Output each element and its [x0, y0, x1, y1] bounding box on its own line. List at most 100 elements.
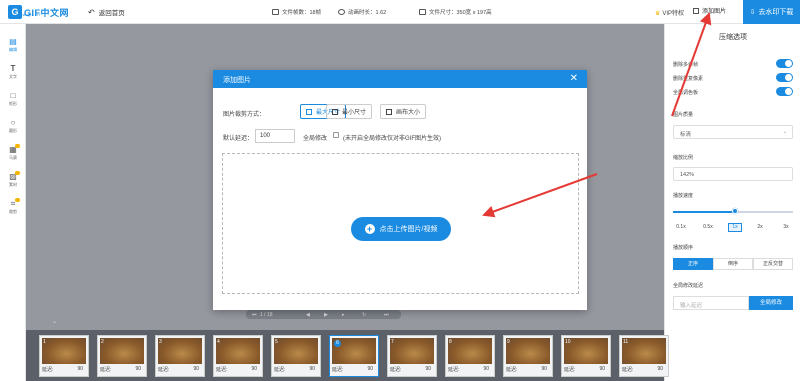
toggle-row-global-palette: 全局调色板	[673, 87, 793, 96]
global-modify-hint: (未开启全局修改仅对非GIF图片生效)	[343, 136, 441, 142]
frame-card[interactable]: 1 延迟: 90	[39, 335, 89, 377]
frame-thumbnail	[274, 338, 318, 364]
frame-card[interactable]: 2 延迟: 90	[97, 335, 147, 377]
frames-icon	[272, 9, 279, 15]
toggle-row-remove-duplicate-pixels: 删除重复像素	[673, 73, 793, 82]
frame-card[interactable]: 4 延迟: 90	[213, 335, 263, 377]
vip-badge	[15, 198, 20, 202]
frame-thumbnail	[100, 338, 144, 364]
delay-value[interactable]: 90	[193, 366, 199, 372]
speed-slider-handle[interactable]	[732, 208, 739, 214]
delay-label: 延迟:	[390, 367, 402, 373]
frame-number: 3	[159, 339, 162, 345]
default-delay-label: 默认延迟：	[223, 136, 254, 142]
frame-number: 5	[275, 339, 278, 345]
remove-duplicate-pixels-toggle[interactable]	[776, 73, 793, 82]
tool-text[interactable]: T 文字	[0, 65, 26, 80]
delay-value[interactable]: 90	[657, 366, 663, 372]
back-home-link[interactable]: ↶ 返回首页	[88, 7, 125, 18]
duration-stat-text: 动画时长：1.62	[348, 10, 387, 16]
tool-circle[interactable]: ○ 圆形	[0, 119, 26, 134]
remove-extra-frames-toggle[interactable]	[776, 59, 793, 68]
add-image-button[interactable]: 添加图片	[693, 6, 726, 15]
delay-label: 延迟:	[506, 367, 518, 373]
crop-canvas-size-option[interactable]: 画布大小	[380, 104, 427, 119]
circle-icon: ○	[10, 118, 16, 127]
step-forward-icon[interactable]: ▸	[342, 312, 345, 318]
frame-card[interactable]: 3 延迟: 90	[155, 335, 205, 377]
tool-edit[interactable]: ▤ 编辑	[0, 38, 26, 53]
loop-icon[interactable]: ↻	[362, 312, 366, 318]
frame-number: 11	[623, 339, 629, 345]
upload-dropzone[interactable]: + 点击上传图片/视频	[222, 153, 579, 294]
global-modify-checkbox[interactable]	[333, 132, 339, 138]
speed-slider[interactable]	[673, 208, 793, 214]
vip-link[interactable]: ♛ VIP特权	[655, 8, 684, 17]
global-delay-input[interactable]: 输入延迟	[673, 296, 749, 310]
upload-image-video-button[interactable]: + 点击上传图片/视频	[351, 217, 451, 241]
vip-badge	[15, 171, 20, 175]
order-pingpong-button[interactable]: 正反交替	[753, 258, 793, 270]
tool-crop[interactable]: ⌗ 裁剪	[0, 198, 26, 215]
remove-watermark-download-button[interactable]: ⇩ 去水印下载	[743, 0, 800, 24]
frame-card[interactable]: 5 延迟: 90	[271, 335, 321, 377]
frame-delay: 延迟: 90	[564, 366, 608, 373]
global-palette-toggle[interactable]	[776, 87, 793, 96]
back-arrow-icon: ↶	[88, 7, 95, 17]
delay-value[interactable]: 90	[599, 366, 605, 372]
delay-value[interactable]: 90	[251, 366, 257, 372]
speed-options: 0.1x 0.5x 1x 2x 3x	[673, 223, 793, 233]
step-back-icon[interactable]: ◀	[306, 312, 310, 318]
speed-option[interactable]: 3x	[779, 223, 793, 232]
collapse-filmstrip-icon[interactable]: ⌄	[52, 318, 57, 325]
tool-edit-label: 编辑	[9, 47, 17, 52]
delay-value[interactable]: 90	[541, 366, 547, 372]
tool-mosaic[interactable]: ▦ 马赛	[0, 144, 26, 161]
play-icon[interactable]: ▶	[324, 312, 328, 318]
toggle-row-remove-extra-frames: 删除多余帧	[673, 59, 793, 68]
order-label: 播放顺序	[673, 245, 694, 251]
tool-circle-label: 圆形	[9, 128, 17, 133]
speed-option-active[interactable]: 1x	[728, 223, 742, 232]
speed-option[interactable]: 0.5x	[701, 223, 715, 232]
frame-delay: 延迟: 90	[100, 366, 144, 373]
speed-option[interactable]: 0.1x	[674, 223, 688, 232]
tool-mosaic-label: 马赛	[9, 155, 17, 160]
delay-label: 延迟:	[274, 367, 286, 373]
default-delay-input[interactable]: 100	[255, 129, 295, 143]
delay-value[interactable]: 90	[77, 366, 83, 372]
text-icon: T	[10, 64, 16, 73]
order-reverse-button[interactable]: 倒序	[713, 258, 753, 270]
delay-value[interactable]: 90	[483, 366, 489, 372]
order-forward-button[interactable]: 正序	[673, 258, 713, 270]
frame-card[interactable]: 10 延迟: 90	[561, 335, 611, 377]
upload-label: 点击上传图片/视频	[379, 226, 438, 233]
frame-delay: 延迟: 90	[274, 366, 318, 373]
close-icon[interactable]: ✕	[570, 73, 578, 84]
delay-value[interactable]: 90	[367, 366, 373, 372]
frame-card[interactable]: 7 延迟: 90	[387, 335, 437, 377]
plus-icon: +	[364, 224, 375, 234]
delay-value[interactable]: 90	[135, 366, 141, 372]
crop-min-size-option[interactable]: 最小尺寸	[326, 104, 373, 119]
tool-rectangle[interactable]: □ 矩形	[0, 92, 26, 107]
frame-number: 8	[449, 339, 452, 345]
delay-value[interactable]: 90	[309, 366, 315, 372]
frame-card[interactable]: 11 延迟: 90	[619, 335, 669, 377]
prev-icon[interactable]: ⏮	[252, 312, 257, 318]
next-icon[interactable]: ⏭	[384, 312, 389, 318]
frame-card-selected[interactable]: 6 延迟: 90	[329, 335, 379, 377]
quality-select[interactable]: 标清 ⌄	[673, 125, 793, 139]
global-modify-button[interactable]: 全局修改	[749, 296, 793, 310]
frame-card[interactable]: 8 延迟: 90	[445, 335, 495, 377]
vip-badge	[15, 144, 20, 148]
canvas-size-icon	[386, 108, 392, 115]
global-modify-label: 全局修改	[303, 136, 328, 142]
toggle-label: 删除多余帧	[673, 62, 699, 68]
tool-sticker[interactable]: ▨ 素材	[0, 171, 26, 188]
scale-input[interactable]: 142%	[673, 167, 793, 181]
delay-value[interactable]: 90	[425, 366, 431, 372]
speed-option[interactable]: 2x	[753, 223, 767, 232]
global-delay-label: 全局修改延迟	[673, 283, 704, 289]
frame-card[interactable]: 9 延迟: 90	[503, 335, 553, 377]
